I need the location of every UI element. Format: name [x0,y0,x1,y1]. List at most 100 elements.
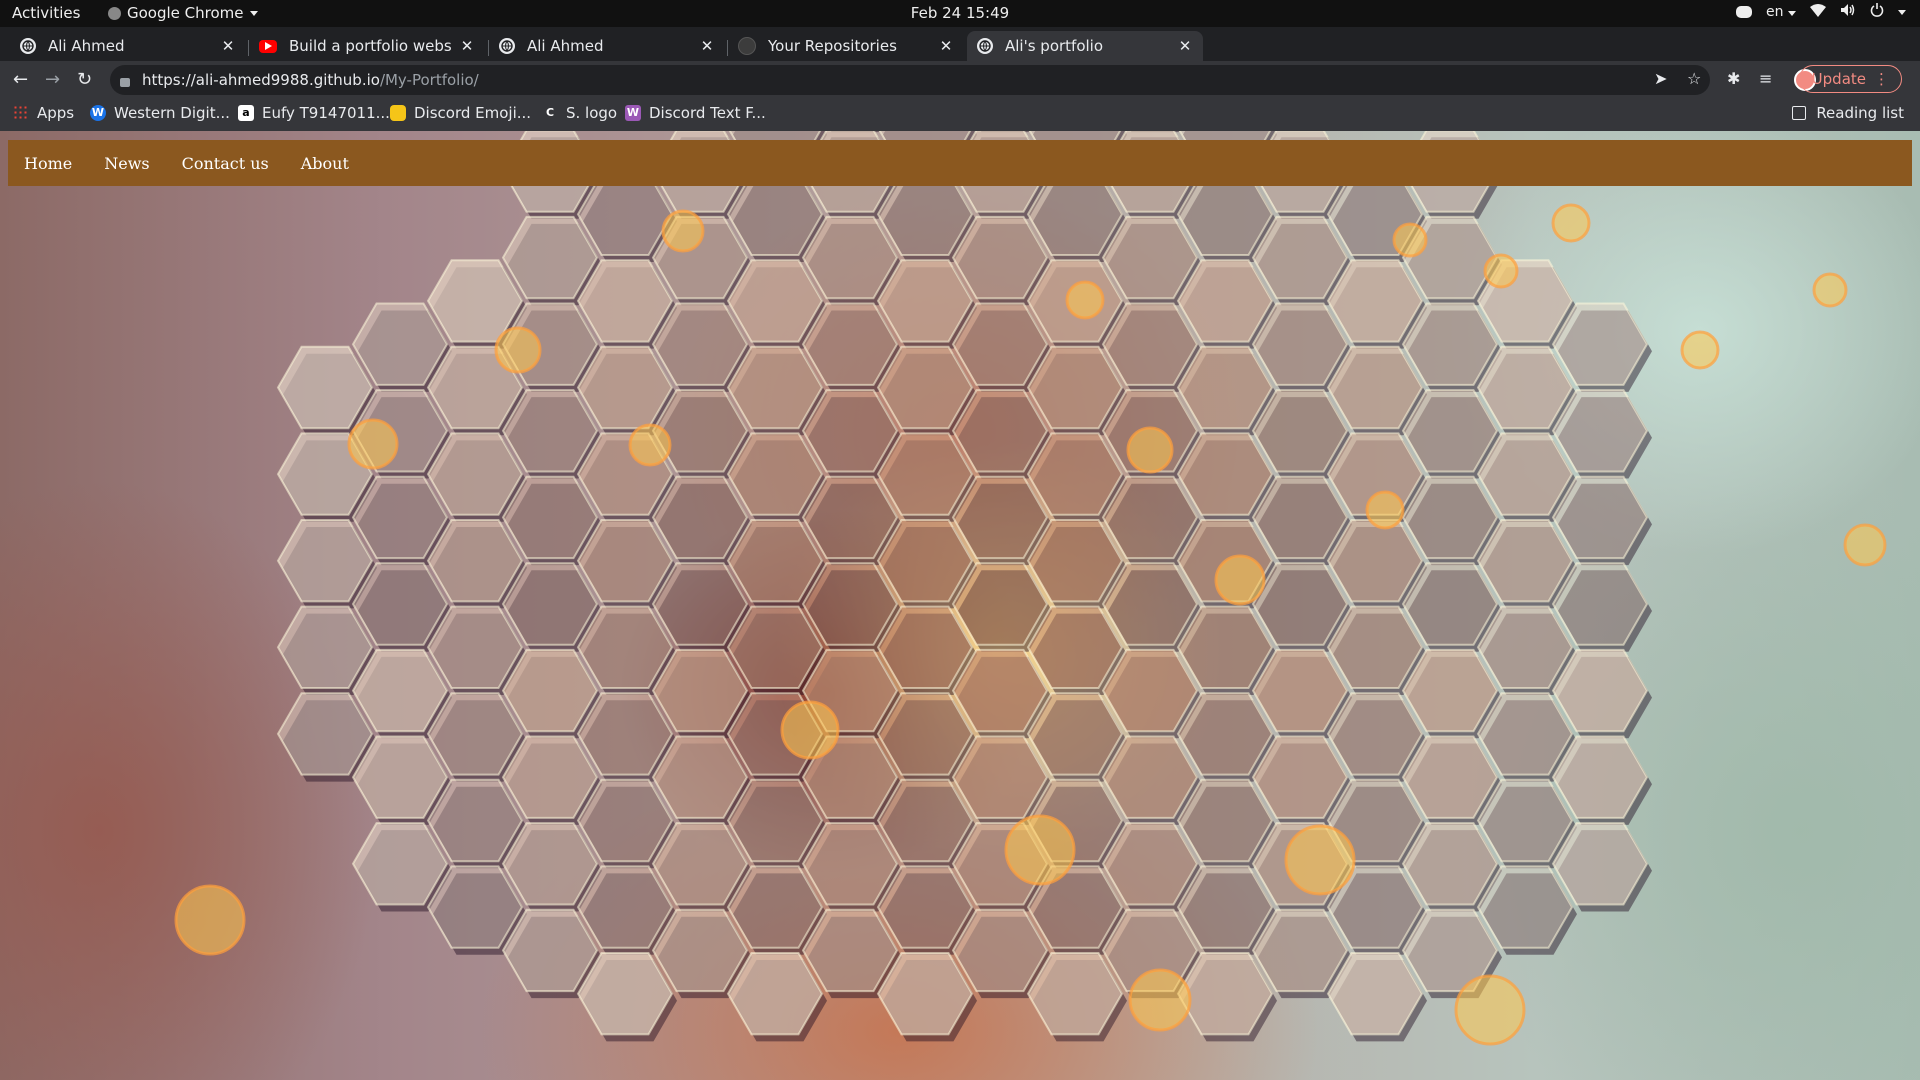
more-vert-icon: ⋮ [1874,70,1889,88]
bookmark-label: Discord Emoji... [414,104,532,122]
url-host: https://ali-ahmed9988.github.io [142,71,380,89]
address-bar[interactable]: https://ali-ahmed9988.github.io/My-Portf… [110,65,1710,95]
hexagon-background-image [174,131,1887,1046]
bookmarks-bar: Apps W Western Digit... a Eufy T9147011.… [0,99,1920,131]
close-tab-icon[interactable]: ✕ [220,37,236,55]
chevron-down-icon [1788,11,1796,16]
bokeh-light [780,700,840,760]
youtube-icon [259,39,277,53]
tab-title: Ali Ahmed [527,37,604,55]
back-arrow-icon[interactable]: ← [13,69,28,90]
bokeh-light [1680,330,1720,370]
discord-text-icon: W [625,105,641,121]
lock-icon[interactable] [120,77,130,87]
reload-icon[interactable]: ↻ [77,69,92,90]
reading-list-button[interactable]: Reading list [1792,104,1904,122]
globe-icon [977,38,993,54]
app-menu[interactable]: Google Chrome [108,4,258,22]
tab-build-portfolio[interactable]: Build a portfolio website ✕ [249,31,485,61]
bokeh-light [1214,554,1266,606]
bookmark-discord-text[interactable]: W Discord Text F... [625,104,766,122]
amazon-icon: a [238,105,254,121]
nav-link-contact-us[interactable]: Contact us [166,154,285,173]
bookmark-discord-emoji[interactable]: Discord Emoji... [390,104,531,122]
send-to-device-icon[interactable]: ➤ [1654,69,1667,88]
nav-link-news[interactable]: News [88,154,165,173]
bokeh-light [628,423,672,467]
bookmark-label: S. logo [566,104,618,122]
update-label: Update [1811,70,1866,88]
chrome-app-icon [108,6,121,20]
bokeh-light [1454,974,1526,1046]
github-icon [738,37,756,55]
app-menu-label: Google Chrome [127,4,244,22]
tab-title: Ali's portfolio [1005,37,1104,55]
reading-list-icon [1792,106,1807,120]
tab-your-repositories[interactable]: Your Repositories ✕ [728,31,964,61]
bookmark-star-icon[interactable]: ☆ [1687,69,1701,88]
bokeh-light [174,884,246,956]
bokeh-light [1004,814,1076,886]
power-icon[interactable] [1870,3,1884,21]
bookmark-label: Eufy T9147011... [262,104,390,122]
clock[interactable]: Feb 24 15:49 [911,4,1009,22]
volume-icon[interactable] [1840,3,1856,21]
activities-button[interactable]: Activities [12,4,80,22]
bokeh-light [1128,968,1192,1032]
tab-ali-ahmed-1[interactable]: Ali Ahmed ✕ [10,31,246,61]
globe-icon [499,38,515,54]
tab-strip: Ali Ahmed ✕ Build a portfolio website ✕ … [0,27,1920,82]
wifi-icon[interactable] [1810,3,1826,21]
chevron-down-icon [249,10,258,16]
tab-alis-portfolio[interactable]: Ali's portfolio ✕ [967,31,1203,61]
system-top-bar: Activities Google Chrome Feb 24 15:49 en [0,0,1920,27]
language-indicator[interactable]: en [1766,4,1796,20]
emoji-icon [390,105,406,121]
close-tab-icon[interactable]: ✕ [459,37,475,55]
bokeh-light [1812,272,1848,308]
forward-arrow-icon[interactable]: → [45,69,60,90]
bokeh-light [1392,222,1428,258]
extensions-puzzle-icon[interactable]: ✱ [1727,69,1740,88]
bokeh-light [1065,280,1105,320]
bokeh-light [661,209,705,253]
update-button[interactable]: Update ⋮ [1798,65,1902,93]
bokeh-light [1483,253,1519,289]
close-tab-icon[interactable]: ✕ [699,37,715,55]
site-navbar: Home News Contact us About [8,140,1912,186]
discord-tray-icon[interactable] [1736,6,1753,18]
bookmark-eufy[interactable]: a Eufy T9147011... [238,104,390,122]
c-icon: C [545,106,555,119]
chevron-down-icon[interactable] [1898,9,1906,15]
tab-ali-ahmed-2[interactable]: Ali Ahmed ✕ [489,31,725,61]
url-path: /My-Portfolio/ [379,71,479,89]
bookmark-apps[interactable]: Apps [13,104,74,122]
tab-title: Your Repositories [768,37,897,55]
globe-icon [20,38,36,54]
bokeh-light [1551,203,1591,243]
bokeh-light [1365,490,1405,530]
wd-icon: W [90,105,106,121]
bookmark-label: Western Digit... [114,104,230,122]
bookmark-s-logo[interactable]: C S. logo [542,104,617,122]
nav-link-home[interactable]: Home [8,154,88,173]
bookmark-label: Discord Text F... [649,104,766,122]
bokeh-light [1284,824,1356,896]
close-tab-icon[interactable]: ✕ [938,37,954,55]
bokeh-light [347,418,399,470]
bookmark-western-digital[interactable]: W Western Digit... [90,104,230,122]
bookmark-label: Apps [37,104,75,122]
apps-grid-icon [13,105,29,121]
nav-link-about[interactable]: About [285,154,365,173]
reading-list-label: Reading list [1816,104,1904,122]
bokeh-light [1126,426,1174,474]
tab-title: Build a portfolio website [289,37,453,55]
tab-title: Ali Ahmed [48,37,125,55]
browser-toolbar: ← → ↻ https://ali-ahmed9988.github.io/My… [0,61,1920,99]
bokeh-light [494,326,542,374]
address-url: https://ali-ahmed9988.github.io/My-Portf… [142,71,479,89]
bokeh-light [1843,523,1887,567]
page-viewport: Home News Contact us About [0,131,1920,1080]
close-tab-icon[interactable]: ✕ [1177,37,1193,55]
media-queue-icon[interactable]: ≡ [1759,69,1772,88]
